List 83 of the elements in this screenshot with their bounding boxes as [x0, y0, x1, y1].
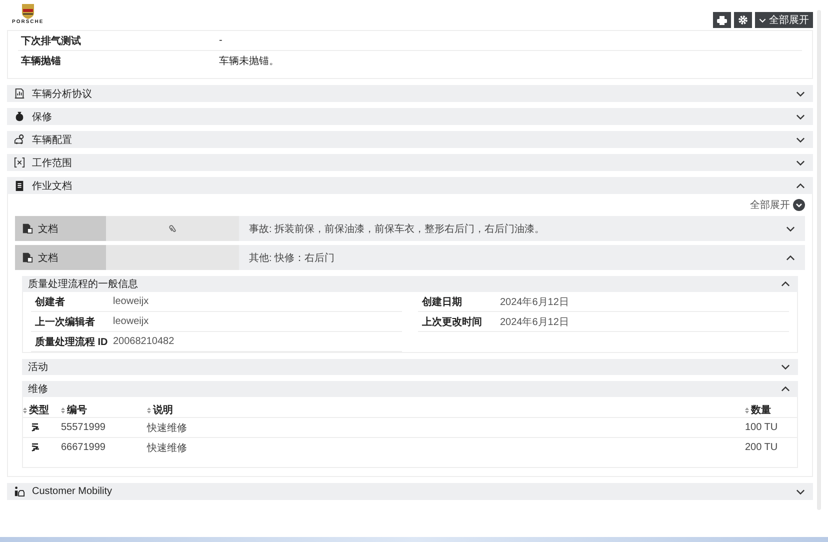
table-cell-text: 66671999: [61, 442, 106, 453]
panel-title: 维修: [28, 382, 48, 396]
column-header[interactable]: 说明: [153, 403, 173, 417]
field-value: 2024年6月12日: [500, 296, 569, 308]
section-title: Customer Mobility: [32, 486, 114, 497]
field-label: 创建者: [34, 296, 66, 308]
chevron-down-icon[interactable]: [796, 160, 805, 166]
chevron-up-icon[interactable]: [781, 281, 790, 287]
document-row[interactable]: 事故: 拆装前保，前保油漆，前保车衣，整形右后门，右后门油漆。: [239, 216, 805, 241]
info-value: -: [219, 35, 222, 46]
column-header[interactable]: 数量: [751, 403, 771, 417]
section-header[interactable]: 车辆分析协议: [7, 85, 813, 102]
document-description: 其他: 快修：右后门: [249, 252, 335, 264]
wrench-tools-icon: [31, 443, 40, 452]
document-label-cell[interactable]: 文档: [15, 245, 106, 270]
field-label: 质量处理流程 ID: [34, 335, 109, 348]
section-title: 保修: [32, 110, 53, 124]
table-cell-text: 200 TU: [745, 442, 779, 453]
expand-all-button[interactable]: 全部展开: [755, 12, 813, 28]
field-label: 上次更改时间: [421, 316, 483, 328]
section-title: 车辆分析协议: [32, 88, 93, 100]
gear-icon: [738, 15, 748, 25]
table-cell-text: 55571999: [61, 422, 106, 433]
section-header[interactable]: 车辆配置: [7, 131, 813, 148]
field-label: 上一次编辑者: [34, 316, 96, 328]
panel-header[interactable]: 质量处理流程的一般信息: [22, 276, 798, 292]
document-label: 文档: [38, 252, 58, 264]
column-header[interactable]: 类型: [29, 403, 49, 417]
field-value: leoweijx: [113, 296, 149, 307]
panel-title: 活动: [28, 361, 48, 374]
person-car-icon: [14, 486, 25, 497]
car-gear-icon: [14, 134, 25, 145]
chevron-down-icon[interactable]: [796, 136, 805, 142]
chevron-up-icon[interactable]: [796, 182, 805, 188]
clipboard-icon: [14, 180, 25, 191]
section-header[interactable]: 保修: [7, 108, 813, 125]
print-button[interactable]: [713, 12, 731, 28]
panel-header[interactable]: 维修: [22, 381, 798, 397]
chevron-down-icon[interactable]: [796, 488, 805, 494]
field-value: 20068210482: [113, 336, 174, 347]
section-header[interactable]: 工作范围: [7, 154, 813, 171]
table-cell-text: 快速维修: [147, 422, 188, 434]
section-title: 车辆配置: [32, 134, 73, 146]
info-label: 下次排气测试: [20, 34, 82, 48]
field-value: leoweijx: [113, 316, 149, 327]
chevron-circle-icon[interactable]: [793, 199, 805, 211]
info-value: 车辆未抛锚。: [219, 54, 279, 68]
document-icon: [22, 252, 33, 263]
document-icon: [22, 223, 33, 234]
chevron-up-icon[interactable]: [786, 254, 795, 260]
paperclip-icon[interactable]: [168, 224, 176, 234]
document-chart-icon: [14, 88, 25, 99]
chevron-down-icon[interactable]: [781, 364, 790, 370]
sort-icon[interactable]: [147, 406, 151, 414]
sort-icon[interactable]: [745, 406, 749, 414]
table-cell-text: 100 TU: [745, 422, 779, 433]
section-title: 作业文档: [32, 180, 73, 192]
section-header[interactable]: Customer Mobility: [7, 483, 813, 500]
document-label: 文档: [38, 222, 58, 236]
expand-all-link[interactable]: 全部展开: [750, 198, 790, 212]
sort-icon[interactable]: [61, 406, 65, 414]
wrench-tools-icon: [31, 423, 40, 432]
crest-logo-icon: [22, 4, 34, 19]
chevron-down-icon[interactable]: [796, 90, 805, 96]
panel-title: 质量处理流程的一般信息: [28, 278, 138, 291]
settings-button[interactable]: [734, 12, 752, 28]
table-cell-text: 快速维修: [147, 442, 188, 454]
chevron-down-icon[interactable]: [796, 114, 805, 120]
panel-header[interactable]: 活动: [22, 359, 798, 375]
section-title: 工作范围: [32, 156, 73, 170]
section-header[interactable]: 作业文档: [7, 177, 813, 194]
field-label: 创建日期: [420, 296, 463, 308]
field-value: 2024年6月12日: [500, 316, 569, 328]
info-label: 车辆抛锚: [20, 54, 62, 68]
chevron-down-icon: [759, 18, 766, 22]
chevron-up-icon[interactable]: [781, 386, 790, 392]
document-label-cell[interactable]: 文档: [15, 216, 106, 241]
sort-icon[interactable]: [23, 406, 27, 414]
chevron-down-icon[interactable]: [786, 226, 795, 232]
document-description: 事故: 拆装前保，前保油漆，前保车衣，整形右后门，右后门油漆。: [249, 222, 545, 236]
document-row[interactable]: 其他: 快修：右后门: [239, 245, 805, 270]
money-bag-icon: [14, 111, 25, 122]
column-header[interactable]: 编号: [67, 403, 87, 417]
